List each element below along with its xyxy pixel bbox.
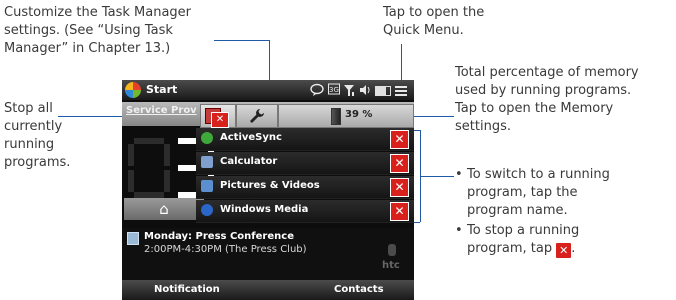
callout-line: running	[4, 137, 55, 152]
soft-key-bar: Notification Contacts	[122, 280, 414, 300]
callout-line: used by running programs.	[455, 83, 632, 98]
program-row-windows-media[interactable]: Windows Media ✕	[196, 200, 414, 223]
clock-segment	[164, 144, 170, 166]
memory-callout: Total percentage of memory used by runni…	[455, 64, 639, 136]
windows-logo-icon[interactable]	[125, 82, 141, 98]
start-label[interactable]: Start	[146, 83, 177, 96]
bracket-pointer	[420, 176, 454, 177]
appointment-title[interactable]: Monday: Press Conference	[144, 231, 294, 242]
program-row-calculator[interactable]: Calculator ✕	[196, 152, 414, 175]
callout-line: Customize the Task Manager	[4, 5, 192, 20]
home-icon: ⌂	[159, 200, 169, 218]
speaker-grille-icon	[388, 244, 396, 256]
callout-line: Tap to open the	[383, 5, 485, 20]
appointment-panel[interactable]: Monday: Press Conference 2:00PM-4:30PM (…	[122, 228, 414, 280]
callout-line: programs.	[4, 155, 71, 170]
clock-segment	[134, 138, 164, 144]
program-name[interactable]: Windows Media	[220, 204, 308, 215]
bullet-line: To stop a running	[467, 223, 580, 238]
softkey-contacts[interactable]: Contacts	[334, 284, 384, 295]
signal-strength-icon[interactable]	[343, 83, 355, 97]
callout-line: Tap to open the Memory	[455, 101, 614, 116]
calendar-icon	[127, 232, 139, 245]
bullet-switch: To switch to a running program, tap the …	[455, 166, 670, 220]
battery-icon[interactable]	[375, 86, 391, 96]
bracket-bottom	[414, 222, 420, 223]
volume-icon[interactable]	[358, 83, 372, 97]
bullet-stop: To stop a running program, tap ✕.	[455, 222, 670, 258]
3g-icon[interactable]: 3G	[328, 83, 340, 97]
appointment-time: 2:00PM-4:30PM (The Press Club)	[144, 244, 307, 255]
memory-chip-icon	[331, 108, 341, 125]
wrench-icon	[250, 109, 264, 123]
stop-program-button[interactable]: ✕	[390, 178, 409, 197]
customize-callout: Customize the Task Manager settings. (Se…	[4, 4, 191, 58]
service-provider-tab[interactable]: Service Prov	[126, 105, 206, 116]
windows-media-icon	[201, 204, 213, 216]
pictures-icon	[201, 180, 213, 192]
leader-line-customize	[214, 40, 270, 41]
speech-bubble-icon[interactable]	[310, 83, 324, 97]
htc-logo: htc	[382, 260, 400, 271]
memory-button[interactable]: 39 %	[278, 104, 414, 128]
stop-all-callout: Stop all currently running programs.	[4, 100, 70, 172]
program-row-activesync[interactable]: ActiveSync ✕	[196, 128, 414, 151]
task-manager-settings-button[interactable]	[236, 104, 278, 128]
callout-line: Manager” in Chapter 13.)	[4, 41, 171, 56]
bullet-line: program name.	[467, 203, 568, 218]
home-button[interactable]: ⌂	[124, 198, 204, 220]
quick-menu-icon[interactable]	[394, 83, 408, 97]
stop-all-button[interactable]: ✕	[200, 104, 236, 128]
running-programs-list: ActiveSync ✕ Calculator ✕ Pictures & Vid…	[196, 128, 414, 224]
clock-digit-0	[128, 138, 174, 198]
stop-program-button[interactable]: ✕	[390, 202, 409, 221]
bullet-line: program, tap the	[467, 185, 578, 200]
memory-percent: 39 %	[345, 109, 373, 120]
bullet-line: program, tap	[467, 241, 553, 256]
stop-program-button[interactable]: ✕	[390, 130, 409, 149]
status-icons: 3G	[310, 83, 410, 97]
clock-segment	[128, 144, 134, 166]
title-bar: Start 3G	[122, 80, 414, 100]
calculator-icon	[201, 156, 213, 168]
program-name[interactable]: Pictures & Videos	[220, 180, 320, 191]
stop-program-button[interactable]: ✕	[390, 154, 409, 173]
quick-menu-callout: Tap to open the Quick Menu.	[383, 4, 484, 40]
callout-line: settings.	[455, 119, 511, 134]
program-row-pictures-videos[interactable]: Pictures & Videos ✕	[196, 176, 414, 199]
bullet-list: To switch to a running program, tap the …	[455, 166, 670, 260]
stop-all-icon: ✕	[211, 112, 229, 128]
program-name[interactable]: Calculator	[220, 156, 277, 167]
callout-line: Total percentage of memory	[455, 65, 639, 80]
clock-segment	[128, 170, 134, 192]
softkey-notification[interactable]: Notification	[154, 284, 220, 295]
clock-segment	[164, 170, 170, 192]
callout-line: currently	[4, 119, 63, 134]
callout-line: settings. (See “Using Task	[4, 23, 173, 38]
program-name[interactable]: ActiveSync	[220, 132, 282, 143]
leader-line-memory	[414, 116, 454, 117]
activesync-icon	[201, 132, 213, 144]
device-screen: Start 3G Service Prov ✕ 39 % ⌂ ActiveSyn…	[122, 80, 414, 300]
callout-line: Quick Menu.	[383, 23, 464, 38]
inline-stop-icon: ✕	[556, 243, 572, 258]
task-manager-toolbar: Service Prov ✕ 39 %	[122, 102, 414, 128]
svg-text:3G: 3G	[329, 86, 339, 94]
bullet-line: To switch to a running	[467, 167, 610, 182]
